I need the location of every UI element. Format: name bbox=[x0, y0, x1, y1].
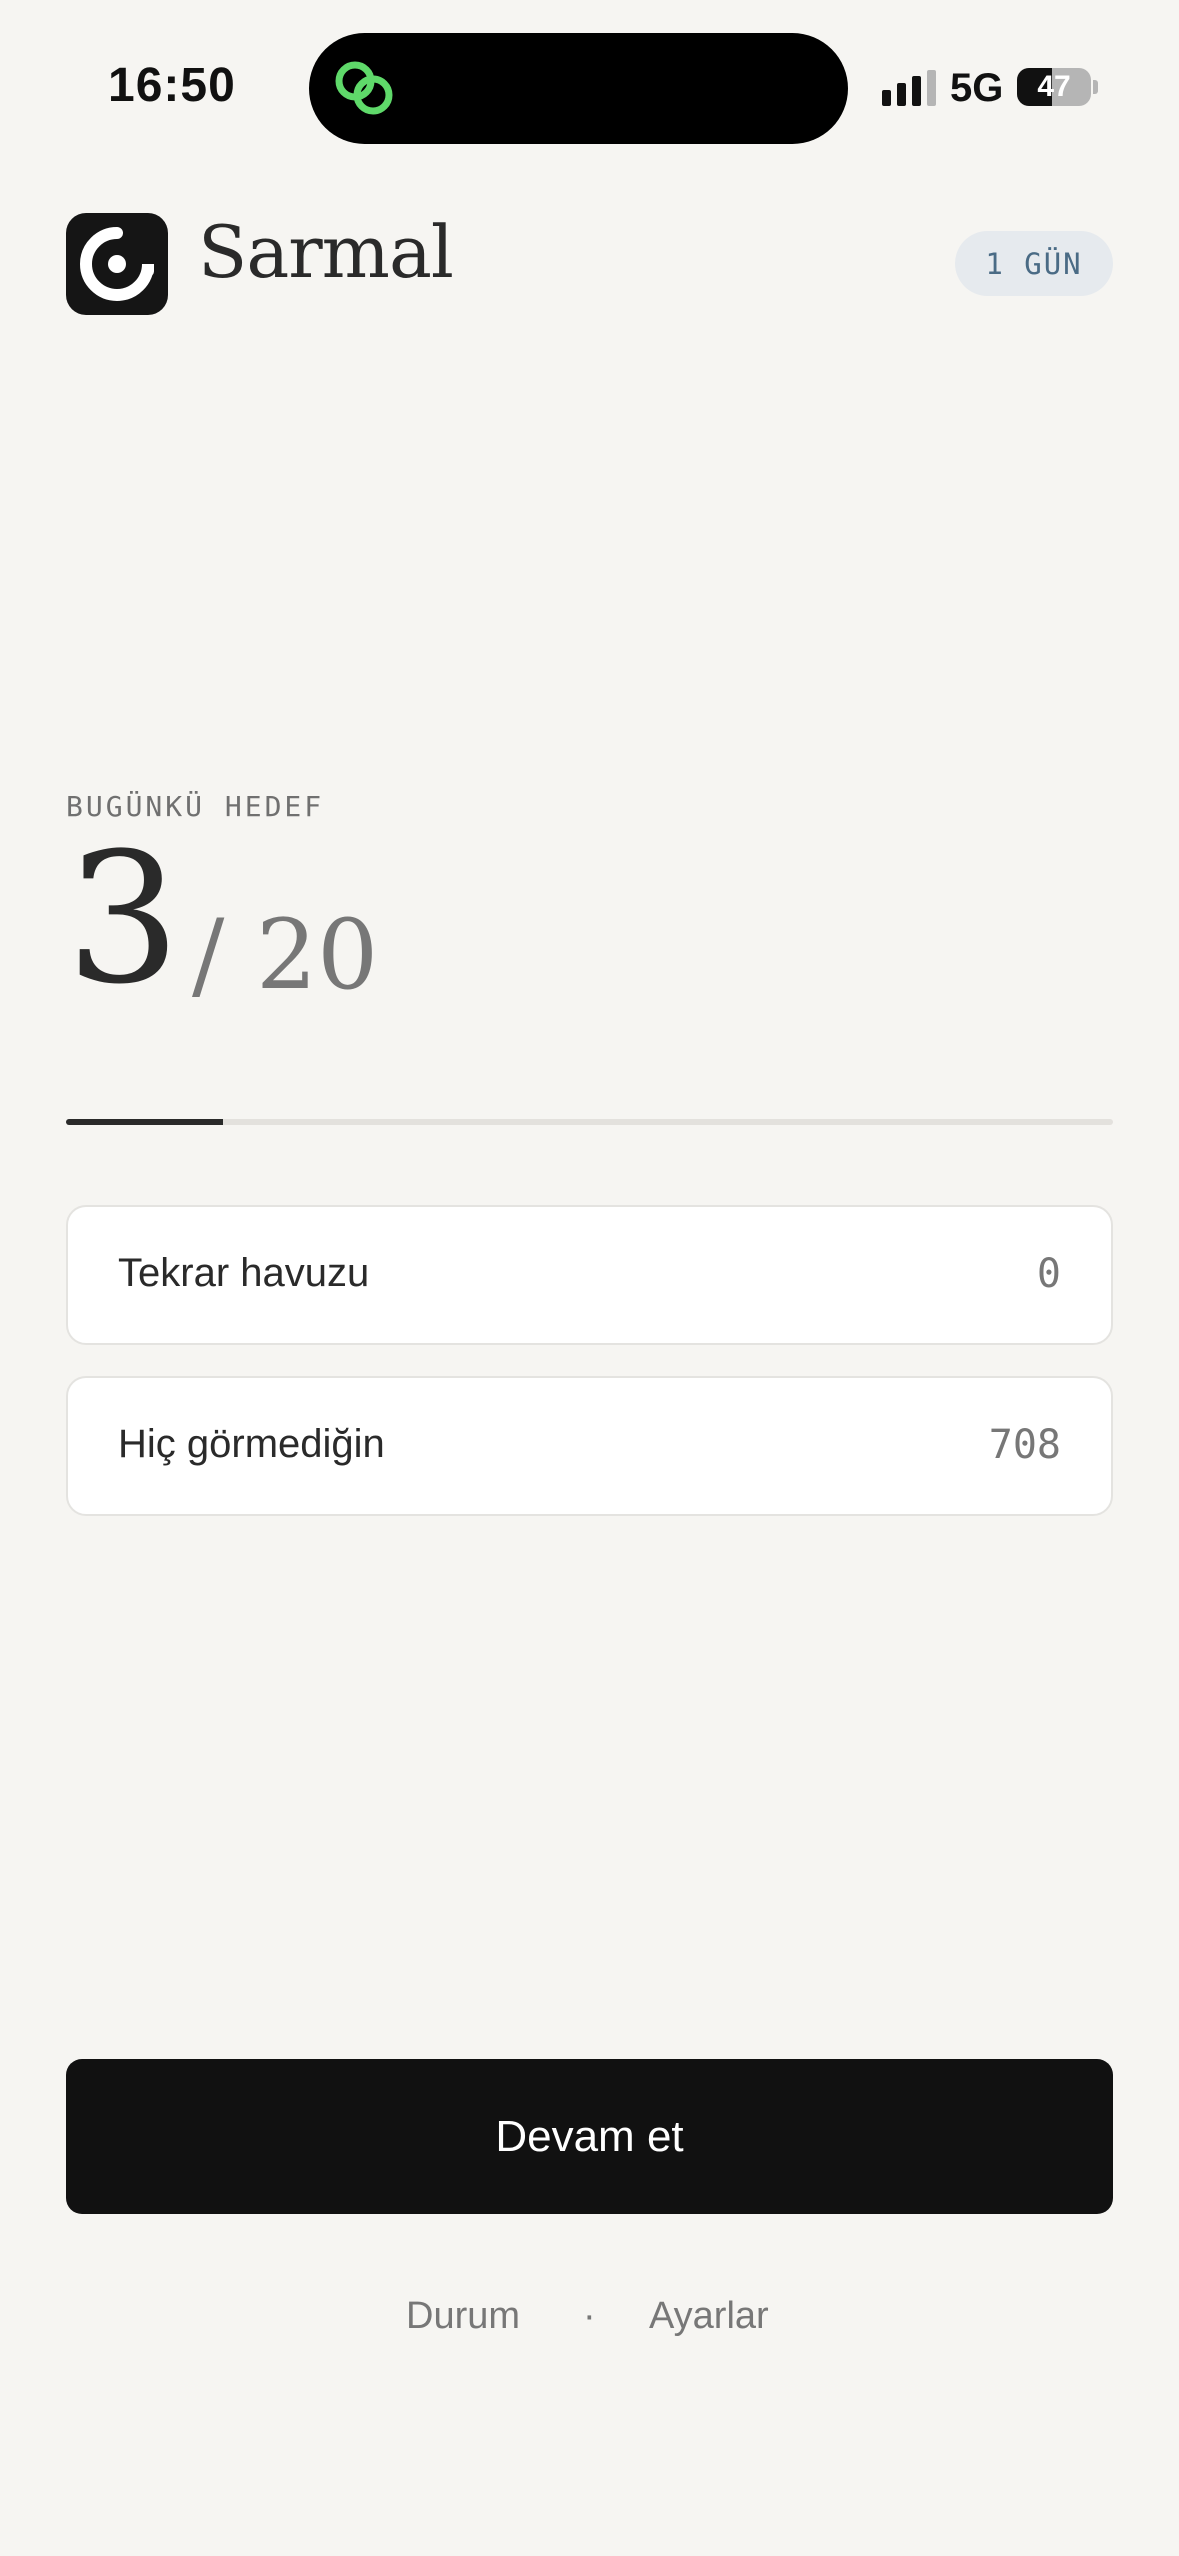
goal-separator: / bbox=[192, 899, 225, 1011]
goal-progress-fill bbox=[66, 1119, 224, 1125]
spiral-logo-icon bbox=[66, 213, 168, 315]
streak-badge[interactable]: 1 GÜN bbox=[955, 231, 1113, 296]
stat-value: 0 bbox=[1036, 1251, 1061, 1297]
goal-progress-bar bbox=[66, 1119, 1113, 1125]
footer-separator: · bbox=[583, 2295, 596, 2337]
stat-value: 708 bbox=[988, 1422, 1061, 1468]
battery-nub bbox=[1093, 80, 1098, 94]
app-title: Sarmal bbox=[198, 210, 454, 294]
settings-link[interactable]: Ayarlar bbox=[649, 2295, 769, 2338]
goal-current-count: 3 bbox=[66, 815, 181, 1024]
stat-card-never-seen[interactable]: Hiç görmediğin 708 bbox=[66, 1376, 1113, 1516]
status-bar: 16:50 5G 47 bbox=[0, 0, 1179, 150]
cellular-signal-icon bbox=[882, 70, 936, 106]
stat-label: Hiç görmediğin bbox=[118, 1422, 385, 1466]
goal-total-count: 20 bbox=[256, 899, 379, 1011]
footer-nav: Durum · Ayarlar bbox=[0, 2295, 1179, 2355]
dynamic-island[interactable] bbox=[309, 33, 848, 144]
battery-percent: 47 bbox=[1037, 70, 1071, 103]
link-rings-icon bbox=[335, 61, 393, 115]
network-type: 5G bbox=[950, 66, 1004, 110]
continue-button[interactable]: Devam et bbox=[66, 2059, 1113, 2214]
stat-card-review-pool[interactable]: Tekrar havuzu 0 bbox=[66, 1205, 1113, 1345]
status-time: 16:50 bbox=[108, 59, 236, 112]
battery-icon: 47 bbox=[1017, 68, 1091, 106]
status-link[interactable]: Durum bbox=[406, 2295, 520, 2338]
stat-label: Tekrar havuzu bbox=[118, 1251, 370, 1295]
